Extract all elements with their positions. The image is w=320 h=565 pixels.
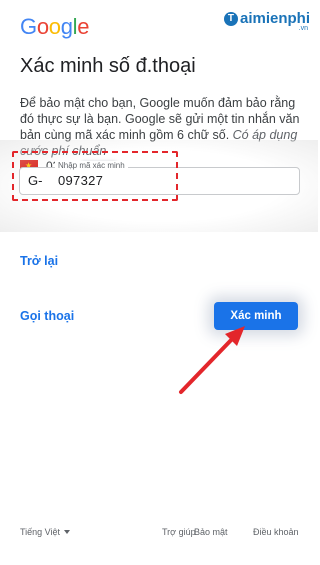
watermark-logo: T aimienphi .vn [223,10,310,32]
voice-call-button[interactable]: Gọi thoại [20,309,74,323]
privacy-link[interactable]: Bảo mật [194,527,228,537]
language-selector[interactable]: Tiếng Việt [20,527,71,537]
description-text: Để bảo mật cho bạn, Google muốn đảm bảo … [20,95,300,159]
page-title: Xác minh số đ.thoại [20,55,196,77]
help-link[interactable]: Trợ giúp [162,527,196,537]
google-logo: Google [20,14,90,39]
watermark-badge: T [223,11,238,26]
highlight-dashed-box [12,151,178,201]
red-arrow-icon [179,326,245,394]
chevron-down-icon [64,530,71,534]
language-label: Tiếng Việt [20,527,61,537]
terms-link[interactable]: Điều khoản [253,527,299,537]
back-button[interactable]: Trở lại [20,254,58,268]
footer: Tiếng Việt Trợ giúp Bảo mật Điều khoản [0,527,318,541]
